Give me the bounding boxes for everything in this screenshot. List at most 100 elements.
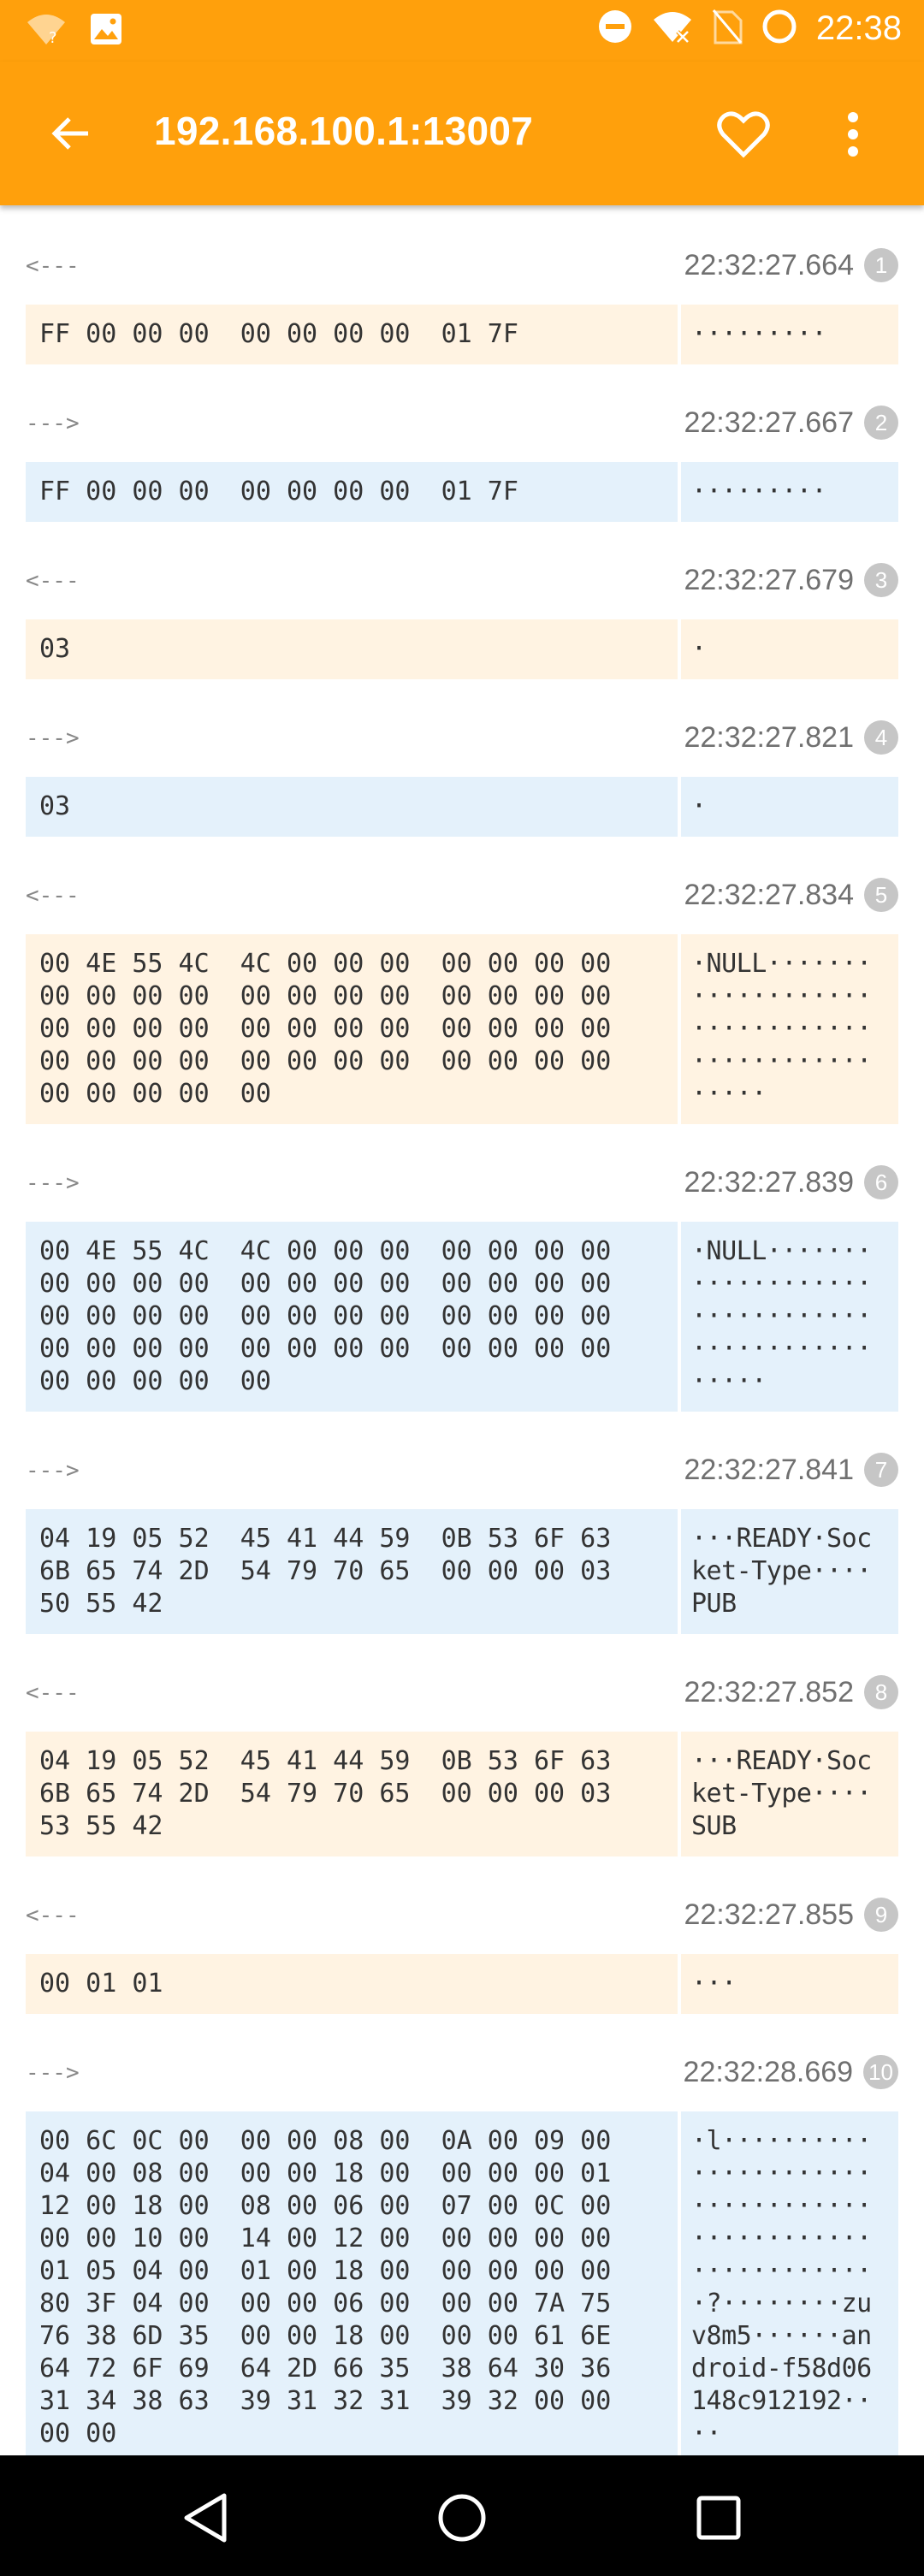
connection-title: 192.168.100.1:13007	[154, 109, 534, 153]
message-item[interactable]: ---> 22:32:27.667 2 FF 00 00 00 00 00 00 00…	[26, 406, 898, 522]
hex-dump: 04 19 05 52 45 41 44 59 0B 53 6F 63 6B 6…	[39, 1524, 612, 1619]
ascii-dump: ···READY·Soc ket-Type···· PUB	[691, 1524, 872, 1619]
column-divider	[678, 619, 681, 679]
timestamp: 22:32:27.855	[684, 1898, 854, 1931]
status-time: 22:38	[815, 9, 902, 47]
message-body[interactable]: 00 4E 55 4C 4C 00 00 00 00 00 00 00 00 0…	[26, 934, 898, 1124]
message-header: <--- 22:32:27.855 9	[26, 1898, 898, 1942]
arrow-left-icon	[51, 117, 88, 150]
ascii-dump: ·NULL······· ············ ············ ·…	[691, 1236, 872, 1396]
wifi-question-icon: ?	[26, 12, 67, 50]
ascii-dump: ·········	[691, 477, 826, 506]
message-index-badge: 4	[864, 720, 898, 755]
direction-indicator: <---	[26, 1903, 80, 1928]
message-item[interactable]: ---> 22:32:28.669 10 00 6C 0C 00 00 00 08 0…	[26, 2055, 898, 2455]
message-index-badge: 9	[864, 1898, 898, 1932]
nav-back-button[interactable]	[175, 2488, 235, 2548]
message-item[interactable]: <--- 22:32:27.679 3 03 ·	[26, 563, 898, 679]
message-item[interactable]: <--- 22:32:27.834 5 00 4E 55 4C 4C 00 00 00…	[26, 878, 898, 1124]
message-item[interactable]: <--- 22:32:27.855 9 00 01 01 ···	[26, 1898, 898, 2014]
timestamp-group: 22:32:27.841 7	[684, 1453, 898, 1487]
ascii-dump: ···	[691, 1969, 737, 1999]
message-header: ---> 22:32:27.841 7	[26, 1453, 898, 1497]
message-index-badge: 5	[864, 878, 898, 912]
message-index-badge: 7	[864, 1453, 898, 1487]
timestamp-group: 22:32:27.855 9	[684, 1898, 898, 1932]
message-header: ---> 22:32:27.667 2	[26, 406, 898, 450]
message-header: ---> 22:32:27.839 6	[26, 1165, 898, 1210]
message-body[interactable]: 03 ·	[26, 619, 898, 679]
timestamp-group: 22:32:27.664 1	[684, 248, 898, 282]
timestamp: 22:32:27.667	[684, 406, 854, 439]
timestamp-group: 22:32:27.834 5	[684, 878, 898, 912]
overflow-menu-button[interactable]	[832, 104, 874, 164]
hex-dump: 03	[39, 791, 71, 821]
timestamp-group: 22:32:28.669 10	[684, 2055, 898, 2089]
message-body[interactable]: FF 00 00 00 00 00 00 00 01 7F ·········	[26, 305, 898, 364]
hex-dump: 03	[39, 634, 71, 664]
direction-indicator: --->	[26, 1458, 80, 1483]
message-header: <--- 22:32:27.679 3	[26, 563, 898, 607]
timestamp: 22:32:27.664	[684, 248, 854, 281]
more-vert-icon	[848, 112, 858, 157]
message-item[interactable]: ---> 22:32:27.839 6 00 4E 55 4C 4C 00 00 00…	[26, 1165, 898, 1412]
favorite-button[interactable]	[714, 104, 773, 164]
direction-indicator: --->	[26, 1170, 80, 1196]
message-index-badge: 1	[864, 248, 898, 282]
timestamp: 22:32:27.821	[684, 720, 854, 754]
message-index-badge: 3	[864, 563, 898, 597]
message-header: ---> 22:32:27.821 4	[26, 720, 898, 765]
battery-ring-icon	[761, 9, 797, 49]
hex-dump: 00 4E 55 4C 4C 00 00 00 00 00 00 00 00 0…	[39, 1236, 612, 1396]
timestamp: 22:32:27.841	[684, 1453, 854, 1486]
wifi-x-icon	[652, 9, 693, 48]
nav-home-button[interactable]	[432, 2488, 492, 2548]
direction-indicator: <---	[26, 253, 80, 279]
message-item[interactable]: ---> 22:32:27.841 7 04 19 05 52 45 41 44 59…	[26, 1453, 898, 1634]
timestamp-group: 22:32:27.821 4	[684, 720, 898, 755]
message-body[interactable]: 00 4E 55 4C 4C 00 00 00 00 00 00 00 00 0…	[26, 1222, 898, 1412]
message-header: ---> 22:32:28.669 10	[26, 2055, 898, 2099]
message-body[interactable]: 04 19 05 52 45 41 44 59 0B 53 6F 63 6B 6…	[26, 1732, 898, 1856]
status-bar: ? 22:38	[0, 0, 924, 62]
message-index-badge: 8	[864, 1675, 898, 1709]
hex-dump: 00 01 01	[39, 1969, 163, 1999]
message-body[interactable]: 00 6C 0C 00 00 00 08 00 0A 00 09 00 04 0…	[26, 2111, 898, 2455]
message-body[interactable]: 03 ·	[26, 777, 898, 837]
column-divider	[678, 305, 681, 364]
column-divider	[678, 777, 681, 837]
hex-dump: 00 4E 55 4C 4C 00 00 00 00 00 00 00 00 0…	[39, 949, 612, 1109]
column-divider	[678, 1222, 681, 1412]
direction-indicator: <---	[26, 1680, 80, 1706]
message-header: <--- 22:32:27.664 1	[26, 248, 898, 293]
app-bar: 192.168.100.1:13007	[0, 62, 924, 205]
nav-back-triangle-icon	[184, 2493, 227, 2543]
message-item[interactable]: <--- 22:32:27.664 1 FF 00 00 00 00 00 00 00…	[26, 248, 898, 364]
ascii-dump: ·l·········· ············ ············ ·…	[691, 2126, 872, 2449]
message-item[interactable]: <--- 22:32:27.852 8 04 19 05 52 45 41 44 59…	[26, 1675, 898, 1856]
direction-indicator: <---	[26, 883, 80, 909]
message-index-badge: 2	[864, 406, 898, 440]
do-not-disturb-icon	[597, 9, 633, 49]
direction-indicator: <---	[26, 568, 80, 594]
hex-dump: FF 00 00 00 00 00 00 00 01 7F	[39, 319, 518, 349]
message-index-badge: 10	[863, 2055, 898, 2089]
nav-recents-button[interactable]	[689, 2488, 749, 2548]
timestamp-group: 22:32:27.852 8	[684, 1675, 898, 1709]
screen: ? 22:38 192.168.100.1:13007 <--- 22:32:2…	[0, 0, 924, 2576]
message-body[interactable]: FF 00 00 00 00 00 00 00 01 7F ·········	[26, 462, 898, 522]
heart-outline-icon	[717, 111, 770, 158]
message-header: <--- 22:32:27.834 5	[26, 878, 898, 922]
message-item[interactable]: ---> 22:32:27.821 4 03 ·	[26, 720, 898, 837]
no-sim-icon	[712, 9, 743, 49]
column-divider	[678, 1954, 681, 2014]
ascii-dump: ·	[691, 791, 707, 821]
navigation-bar	[0, 2455, 924, 2576]
message-list[interactable]: <--- 22:32:27.664 1 FF 00 00 00 00 00 00 00…	[0, 205, 924, 2455]
timestamp-group: 22:32:27.839 6	[684, 1165, 898, 1199]
column-divider	[678, 2111, 681, 2455]
message-body[interactable]: 00 01 01 ···	[26, 1954, 898, 2014]
image-icon	[89, 12, 123, 50]
message-body[interactable]: 04 19 05 52 45 41 44 59 0B 53 6F 63 6B 6…	[26, 1509, 898, 1634]
back-button[interactable]	[43, 106, 98, 161]
